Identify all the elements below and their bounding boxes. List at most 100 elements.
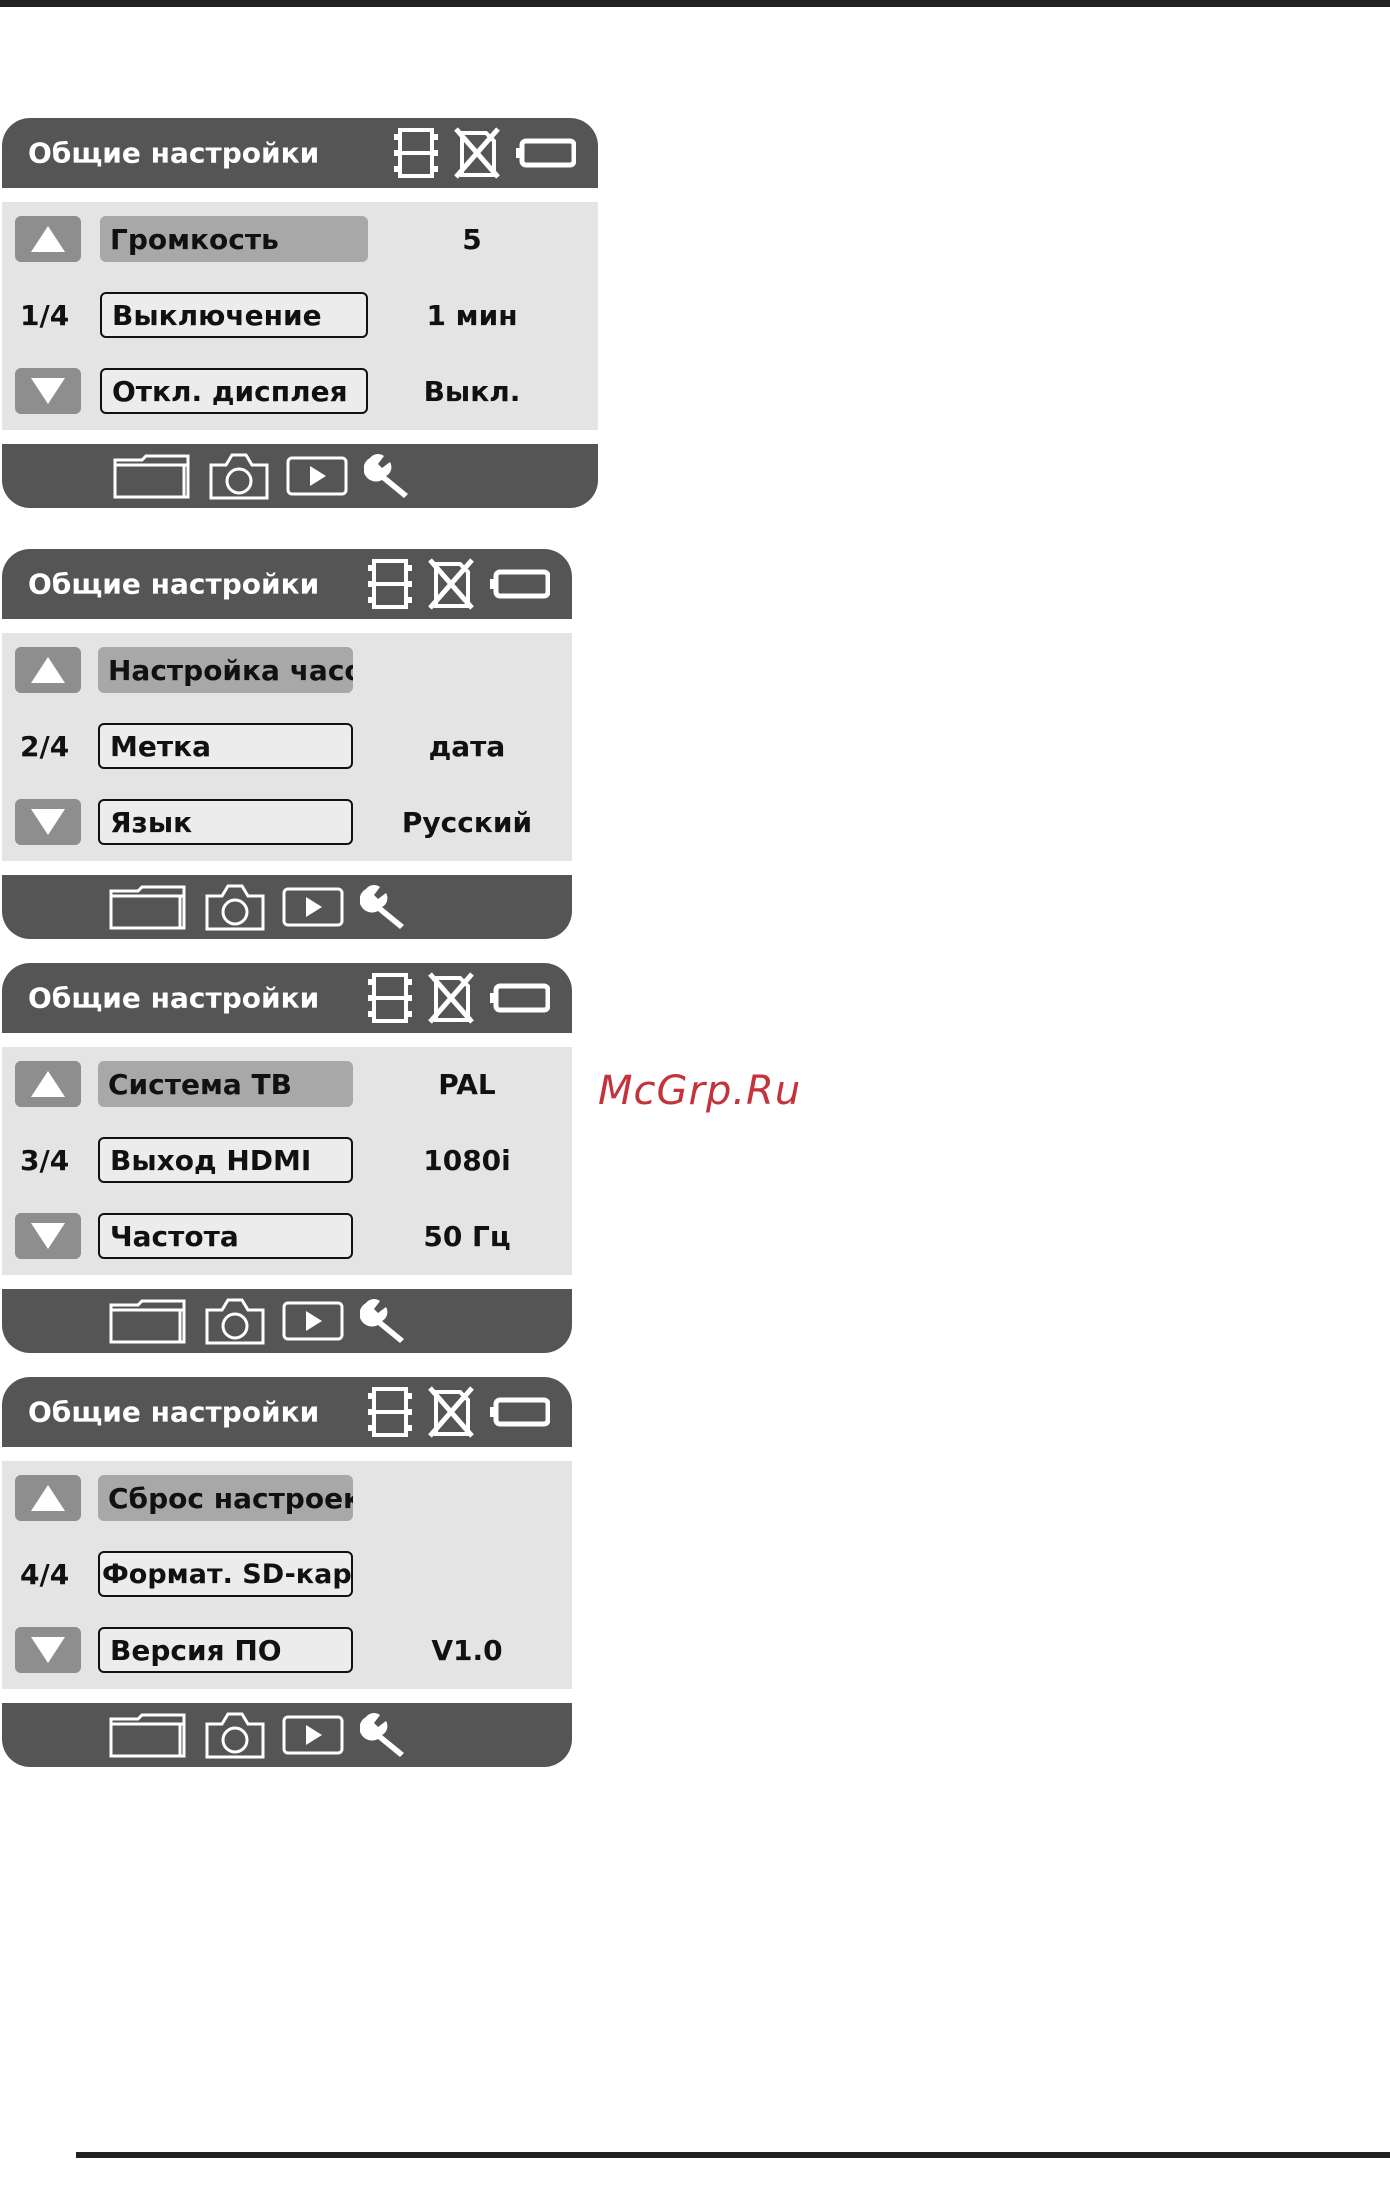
screen-title: Общие настройки: [28, 1395, 320, 1429]
settings-screen-2: Общие настройки Настройка часов 2/4 Метк…: [2, 549, 572, 939]
up-arrow-icon: [31, 1485, 65, 1511]
menu-item-display-off[interactable]: Откл. дисплея: [100, 368, 368, 414]
menu-item-stamp[interactable]: Метка: [98, 723, 353, 769]
up-arrow-icon: [31, 657, 65, 683]
menu-item-auto-off[interactable]: Выключение: [100, 292, 368, 338]
setting-value: 1 мин: [426, 298, 518, 332]
scroll-up-button[interactable]: [15, 1475, 81, 1521]
down-arrow-icon: [31, 809, 65, 835]
header-bar: Общие настройки: [2, 963, 572, 1033]
folder-icon[interactable]: [112, 452, 192, 500]
setting-value: 5: [462, 222, 482, 256]
wrench-icon[interactable]: [360, 1297, 410, 1345]
wrench-icon[interactable]: [364, 452, 414, 500]
mode-bar: [2, 444, 598, 508]
no-card-icon: [452, 127, 502, 179]
watermark-text: McGrp.Ru: [598, 1068, 802, 1114]
menu-item-language[interactable]: Язык: [98, 799, 353, 845]
settings-panel: Громкость 5 1/4 Выключение 1 мин Откл. д…: [2, 202, 598, 430]
settings-screen-4: Общие настройки Сброс настроек 4/4 Форма…: [2, 1377, 572, 1767]
play-icon[interactable]: [282, 1301, 344, 1341]
settings-row: 4/4 Формат. SD-карту: [2, 1549, 572, 1599]
play-icon[interactable]: [282, 1715, 344, 1755]
screen-title: Общие настройки: [28, 567, 320, 601]
folder-icon[interactable]: [108, 1297, 188, 1345]
folder-icon[interactable]: [108, 1711, 188, 1759]
menu-item-clock-setup[interactable]: Настройка часов: [98, 647, 353, 693]
menu-item-frequency[interactable]: Частота: [98, 1213, 353, 1259]
page-indicator: 4/4: [20, 1557, 70, 1591]
menu-item-firmware-version[interactable]: Версия ПО: [98, 1627, 353, 1673]
settings-row: 1/4 Выключение 1 мин: [2, 290, 598, 340]
battery-icon: [516, 138, 576, 168]
settings-panel: Сброс настроек 4/4 Формат. SD-карту Верс…: [2, 1461, 572, 1689]
mode-icons: [112, 451, 414, 501]
scroll-down-button[interactable]: [15, 1627, 81, 1673]
menu-item-volume[interactable]: Громкость: [100, 216, 368, 262]
screen-title: Общие настройки: [28, 136, 320, 170]
mode-icons: [108, 1710, 410, 1760]
setting-value: 1080i: [423, 1143, 511, 1177]
down-arrow-icon: [31, 1223, 65, 1249]
top-rule: [0, 0, 1390, 7]
menu-item-tv-system[interactable]: Система ТВ: [98, 1061, 353, 1107]
wrench-icon[interactable]: [360, 883, 410, 931]
up-arrow-icon: [31, 226, 65, 252]
settings-row: 2/4 Метка дата: [2, 721, 572, 771]
setting-value: 50 Гц: [423, 1219, 511, 1253]
menu-item-hdmi-output[interactable]: Выход HDMI: [98, 1137, 353, 1183]
menu-item-reset[interactable]: Сброс настроек: [98, 1475, 353, 1521]
settings-panel: Система ТВ PAL 3/4 Выход HDMI 1080i Част…: [2, 1047, 572, 1275]
camera-icon[interactable]: [204, 882, 266, 932]
down-arrow-icon: [31, 378, 65, 404]
up-arrow-icon: [31, 1071, 65, 1097]
settings-row: Громкость 5: [2, 214, 598, 264]
film-icon: [368, 1387, 412, 1437]
down-arrow-icon: [31, 1637, 65, 1663]
setting-value: дата: [428, 729, 506, 763]
play-icon[interactable]: [286, 456, 348, 496]
settings-row: Частота 50 Гц: [2, 1211, 572, 1261]
scroll-up-button[interactable]: [15, 647, 81, 693]
camera-icon[interactable]: [204, 1710, 266, 1760]
settings-row: Версия ПО V1.0: [2, 1625, 572, 1675]
setting-value: Выкл.: [423, 374, 521, 408]
scroll-down-button[interactable]: [15, 1213, 81, 1259]
film-icon: [394, 128, 438, 178]
mode-icons: [108, 882, 410, 932]
setting-value: Русский: [401, 805, 533, 839]
settings-row: Откл. дисплея Выкл.: [2, 366, 598, 416]
settings-row: 3/4 Выход HDMI 1080i: [2, 1135, 572, 1185]
camera-icon[interactable]: [208, 451, 270, 501]
scroll-up-button[interactable]: [15, 216, 81, 262]
status-icons: [394, 127, 576, 179]
page-indicator: 1/4: [20, 298, 70, 332]
folder-icon[interactable]: [108, 883, 188, 931]
header-bar: Общие настройки: [2, 118, 598, 188]
battery-icon: [490, 569, 550, 599]
play-icon[interactable]: [282, 887, 344, 927]
no-card-icon: [426, 972, 476, 1024]
header-bar: Общие настройки: [2, 549, 572, 619]
film-icon: [368, 973, 412, 1023]
setting-value: PAL: [438, 1067, 496, 1101]
scroll-down-button[interactable]: [15, 799, 81, 845]
battery-icon: [490, 983, 550, 1013]
settings-panel: Настройка часов 2/4 Метка дата Язык Русс…: [2, 633, 572, 861]
mode-bar: [2, 1703, 572, 1767]
settings-screen-1: Общие настройки Громкость 5 1/4 Выключен…: [2, 118, 598, 508]
settings-row: Система ТВ PAL: [2, 1059, 572, 1109]
header-bar: Общие настройки: [2, 1377, 572, 1447]
settings-row: Настройка часов: [2, 645, 572, 695]
wrench-icon[interactable]: [360, 1711, 410, 1759]
scroll-down-button[interactable]: [15, 368, 81, 414]
camera-icon[interactable]: [204, 1296, 266, 1346]
film-icon: [368, 559, 412, 609]
menu-item-format-sd[interactable]: Формат. SD-карту: [98, 1551, 353, 1597]
status-icons: [368, 558, 550, 610]
no-card-icon: [426, 1386, 476, 1438]
status-icons: [368, 972, 550, 1024]
scroll-up-button[interactable]: [15, 1061, 81, 1107]
no-card-icon: [426, 558, 476, 610]
page-indicator: 2/4: [20, 729, 70, 763]
